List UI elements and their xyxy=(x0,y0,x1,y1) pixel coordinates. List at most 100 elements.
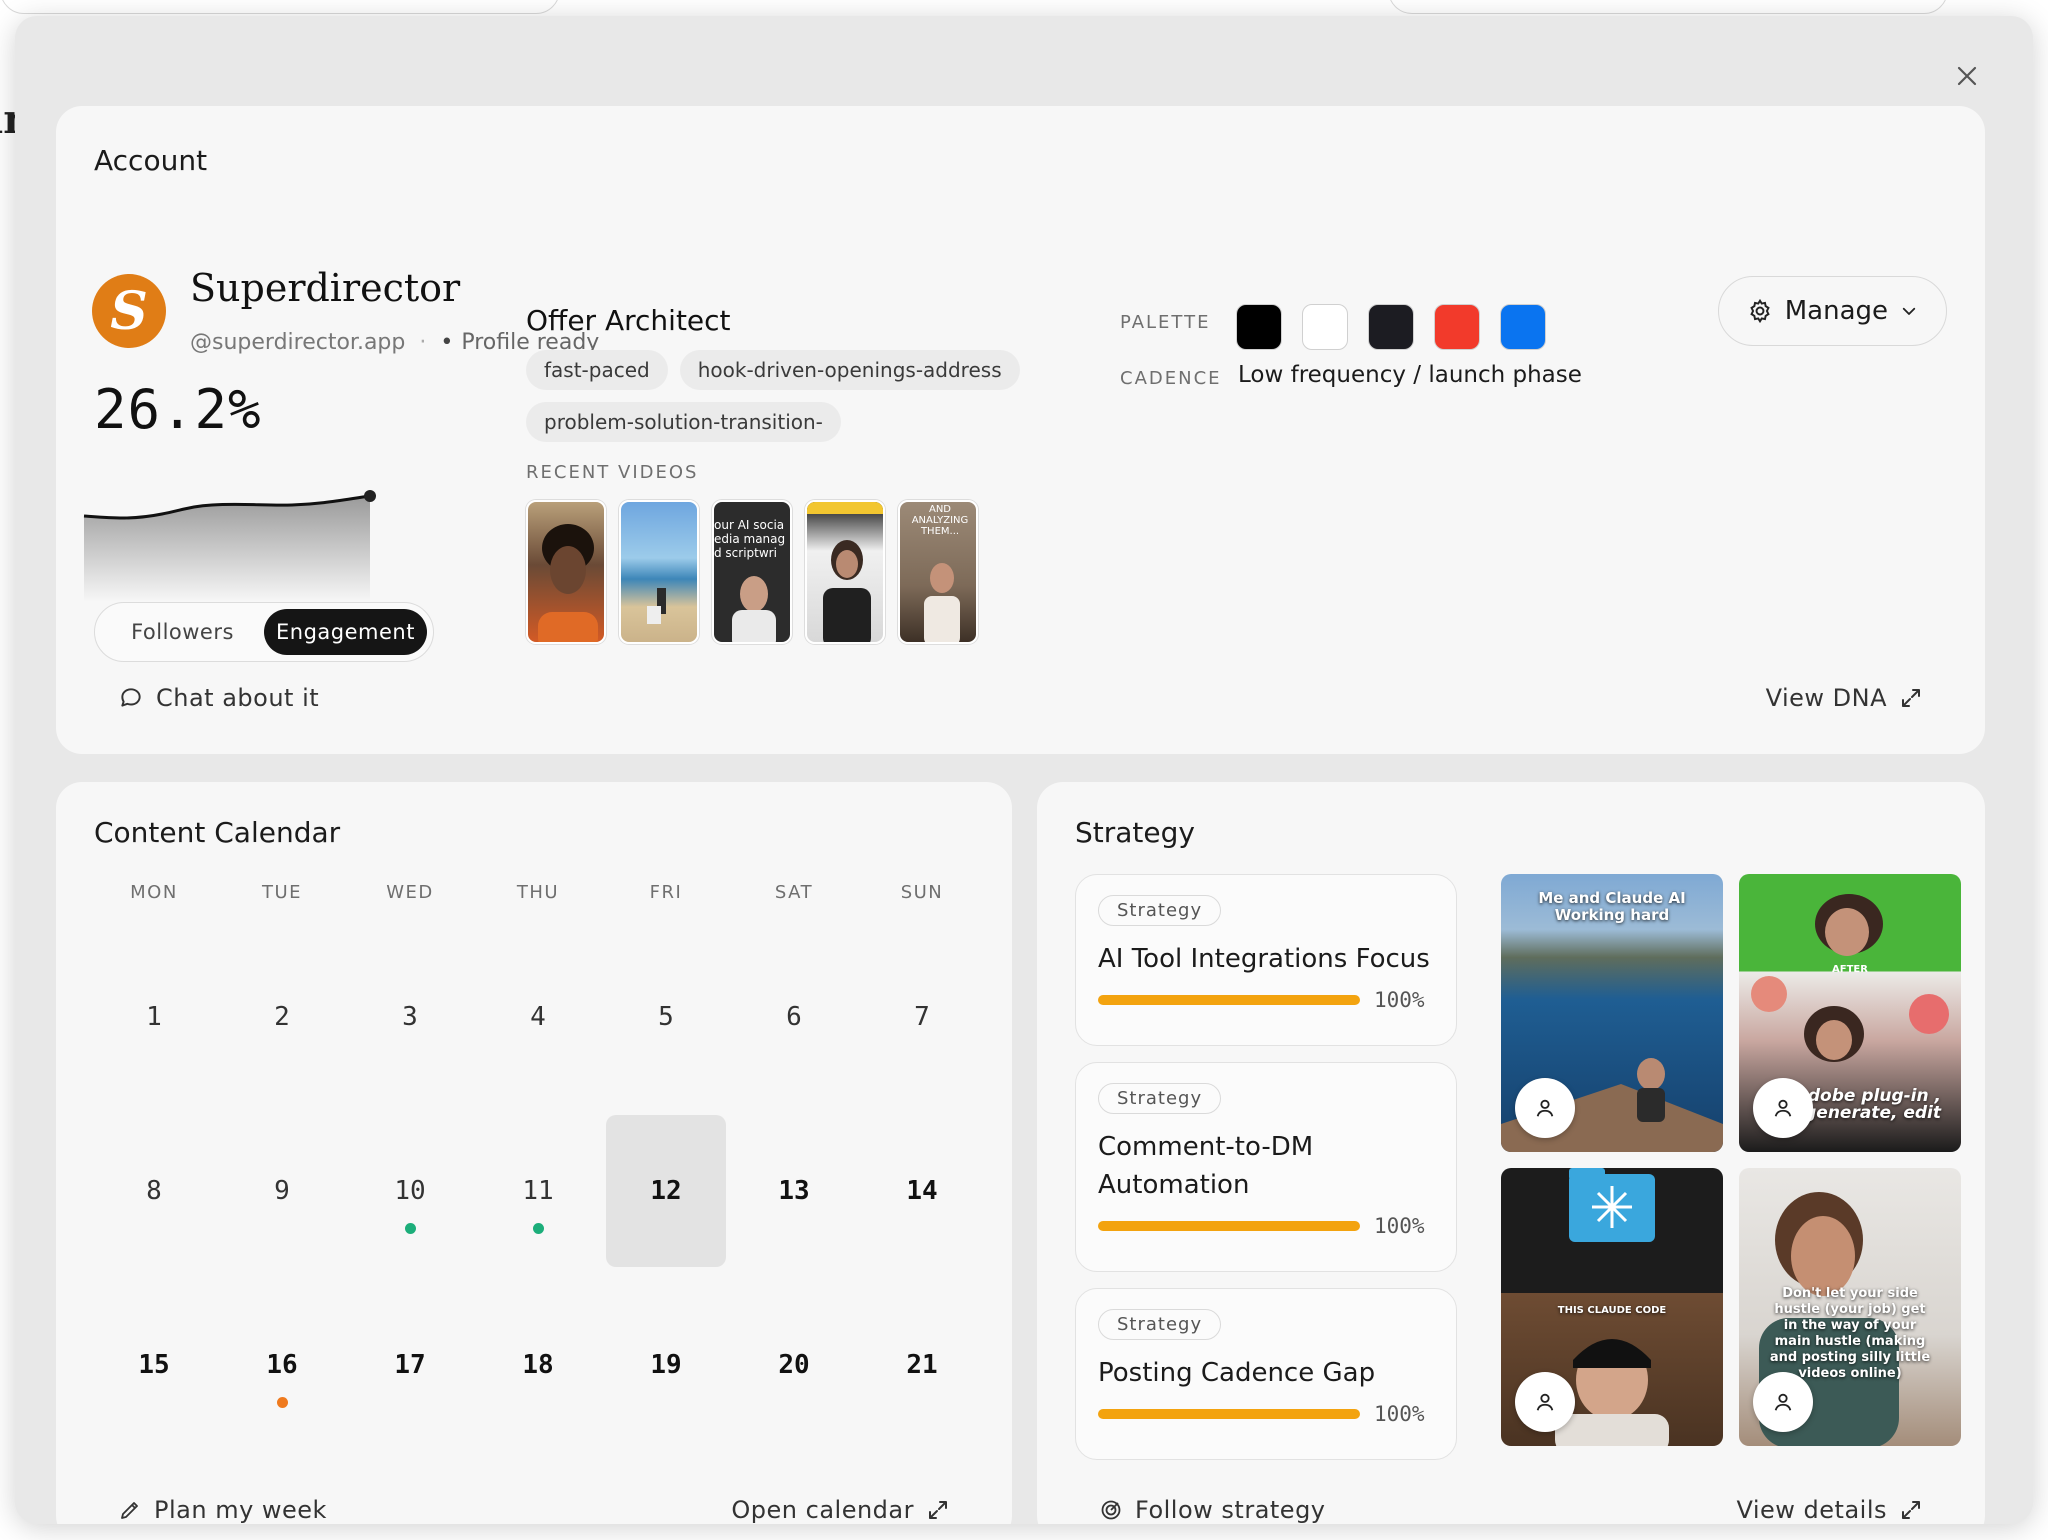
avatar-initial: S xyxy=(110,280,148,342)
calendar-day[interactable]: 16 xyxy=(222,1289,342,1441)
day-number: 20 xyxy=(778,1350,810,1380)
calendar-week-row: 8 9 10 11 12 13 14 xyxy=(94,1115,982,1267)
view-dna-label: View DNA xyxy=(1765,684,1887,712)
calendar-day[interactable]: 20 xyxy=(734,1289,854,1441)
calendar-day[interactable]: 11 xyxy=(478,1115,598,1267)
chat-about-it-link[interactable]: Chat about it xyxy=(118,684,319,712)
creator-avatar-button[interactable] xyxy=(1515,1078,1575,1138)
style-tag: hook-driven-openings-address xyxy=(679,350,1020,390)
day-number: 12 xyxy=(650,1176,682,1206)
close-icon xyxy=(1957,66,1977,86)
strategy-video-tile[interactable]: AFTER dobe plug-in , generate, edit xyxy=(1739,874,1961,1152)
strategy-item[interactable]: Strategy Comment-to-DM Automation 100% xyxy=(1075,1062,1457,1272)
plan-my-week-link[interactable]: Plan my week xyxy=(118,1496,327,1524)
calendar-week-row: 15 16 17 18 19 20 21 xyxy=(94,1289,982,1441)
toggle-followers[interactable]: Followers xyxy=(101,609,264,655)
brand-avatar: S xyxy=(92,274,166,348)
brand-handle: @superdirector.app xyxy=(190,330,406,355)
strategy-video-tile[interactable]: Don't let your side hustle (your job) ge… xyxy=(1739,1168,1961,1446)
weekday-header: MON TUE WED THU FRI SAT SUN xyxy=(94,882,982,903)
calendar-day[interactable]: 15 xyxy=(94,1289,214,1441)
video-overlay-text: our AI socia edia manag d scriptwri xyxy=(714,518,790,560)
calendar-day[interactable]: 17 xyxy=(350,1289,470,1441)
day-number: 8 xyxy=(146,1176,162,1206)
progress-percent: 100% xyxy=(1374,1402,1425,1426)
day-number: 7 xyxy=(914,1002,930,1032)
calendar-day[interactable]: 21 xyxy=(862,1289,982,1441)
strategy-video-tile[interactable]: THIS CLAUDE CODE xyxy=(1501,1168,1723,1446)
video-thumbnail[interactable]: AND ANALYZING THEM... xyxy=(898,500,978,644)
user-icon xyxy=(1774,1099,1792,1117)
view-details-link[interactable]: View details xyxy=(1736,1496,1923,1524)
calendar-day[interactable]: 10 xyxy=(350,1115,470,1267)
palette-label: PALETTE xyxy=(1120,312,1211,333)
calendar-day[interactable]: 8 xyxy=(94,1115,214,1267)
calendar-day[interactable]: 1 xyxy=(94,941,214,1093)
day-number: 9 xyxy=(274,1176,290,1206)
calendar-day[interactable]: 3 xyxy=(350,941,470,1093)
calendar-day[interactable]: 5 xyxy=(606,941,726,1093)
strategy-progress: 100% xyxy=(1098,988,1434,1012)
strategy-item-title: Posting Cadence Gap xyxy=(1098,1358,1376,1388)
follow-strategy-link[interactable]: Follow strategy xyxy=(1099,1496,1326,1524)
close-button[interactable] xyxy=(1945,54,1989,98)
calendar-day[interactable]: 19 xyxy=(606,1289,726,1441)
calendar-day[interactable]: 9 xyxy=(222,1115,342,1267)
weekday-label: FRI xyxy=(649,882,683,903)
tile-caption: THIS CLAUDE CODE xyxy=(1557,1305,1667,1316)
day-number: 18 xyxy=(522,1350,554,1380)
tile-caption: Me and Claude AI Working hard xyxy=(1538,889,1686,924)
expand-icon xyxy=(1902,689,1920,707)
offer-title: Offer Architect xyxy=(526,304,731,337)
weekday-label: WED xyxy=(386,882,434,903)
day-number: 16 xyxy=(266,1350,298,1380)
scheduled-post-dot xyxy=(404,1223,416,1234)
video-thumbnail[interactable] xyxy=(805,500,885,644)
calendar-day[interactable]: 7 xyxy=(862,941,982,1093)
user-icon xyxy=(1536,1099,1554,1117)
overlay-line: d scriptwri xyxy=(714,546,777,560)
progress-percent: 100% xyxy=(1374,1214,1425,1238)
follow-label: Follow strategy xyxy=(1135,1496,1326,1524)
calendar-day[interactable]: 18 xyxy=(478,1289,598,1441)
color-swatch xyxy=(1236,304,1282,350)
day-number: 6 xyxy=(786,1002,802,1032)
color-swatch xyxy=(1302,304,1348,350)
content-calendar-card: Content Calendar MON TUE WED THU FRI SAT… xyxy=(56,782,1012,1524)
weekday-label: MON xyxy=(130,882,178,903)
video-thumbnail[interactable] xyxy=(619,500,699,644)
calendar-day[interactable]: 13 xyxy=(734,1115,854,1267)
target-icon xyxy=(1101,1500,1121,1520)
day-number: 17 xyxy=(394,1350,426,1380)
video-thumbnail[interactable] xyxy=(526,500,606,644)
day-number: 21 xyxy=(906,1350,938,1380)
calendar-grid: MON TUE WED THU FRI SAT SUN 1 2 3 4 5 6 7 8 9 10 1… xyxy=(94,882,982,1463)
open-calendar-link[interactable]: Open calendar xyxy=(731,1496,950,1524)
account-modal: Account S Superdirector @superdirector.a… xyxy=(15,16,2033,1524)
video-thumbnail[interactable]: our AI socia edia manag d scriptwri xyxy=(712,500,792,644)
day-number: 1 xyxy=(146,1002,162,1032)
calendar-day[interactable]: 14 xyxy=(862,1115,982,1267)
scheduled-post-dot xyxy=(532,1223,544,1234)
creator-avatar-button[interactable] xyxy=(1753,1372,1813,1432)
creator-avatar-button[interactable] xyxy=(1515,1372,1575,1432)
view-dna-link[interactable]: View DNA xyxy=(1766,684,1923,712)
creator-avatar-button[interactable] xyxy=(1753,1078,1813,1138)
chevron-down-icon xyxy=(1902,307,1916,315)
strategy-video-tile[interactable]: Me and Claude AI Working hard xyxy=(1501,874,1723,1152)
strategy-item[interactable]: Strategy AI Tool Integrations Focus 100% xyxy=(1075,874,1457,1046)
calendar-day[interactable]: 6 xyxy=(734,941,854,1093)
calendar-title: Content Calendar xyxy=(94,816,341,849)
cadence-label: CADENCE xyxy=(1120,368,1222,389)
calendar-day[interactable]: 4 xyxy=(478,941,598,1093)
strategy-item[interactable]: Strategy Posting Cadence Gap 100% xyxy=(1075,1288,1457,1460)
weekday-label: TUE xyxy=(261,882,303,903)
account-title: Account xyxy=(94,144,208,177)
calendar-day[interactable]: 2 xyxy=(222,941,342,1093)
background-tab xyxy=(1388,0,1948,14)
tile-label: AFTER xyxy=(1832,964,1868,975)
toggle-engagement[interactable]: Engagement xyxy=(264,609,427,655)
manage-button[interactable]: Manage xyxy=(1717,276,1947,346)
calendar-day-today[interactable]: 12 xyxy=(606,1115,726,1267)
color-swatch xyxy=(1368,304,1414,350)
